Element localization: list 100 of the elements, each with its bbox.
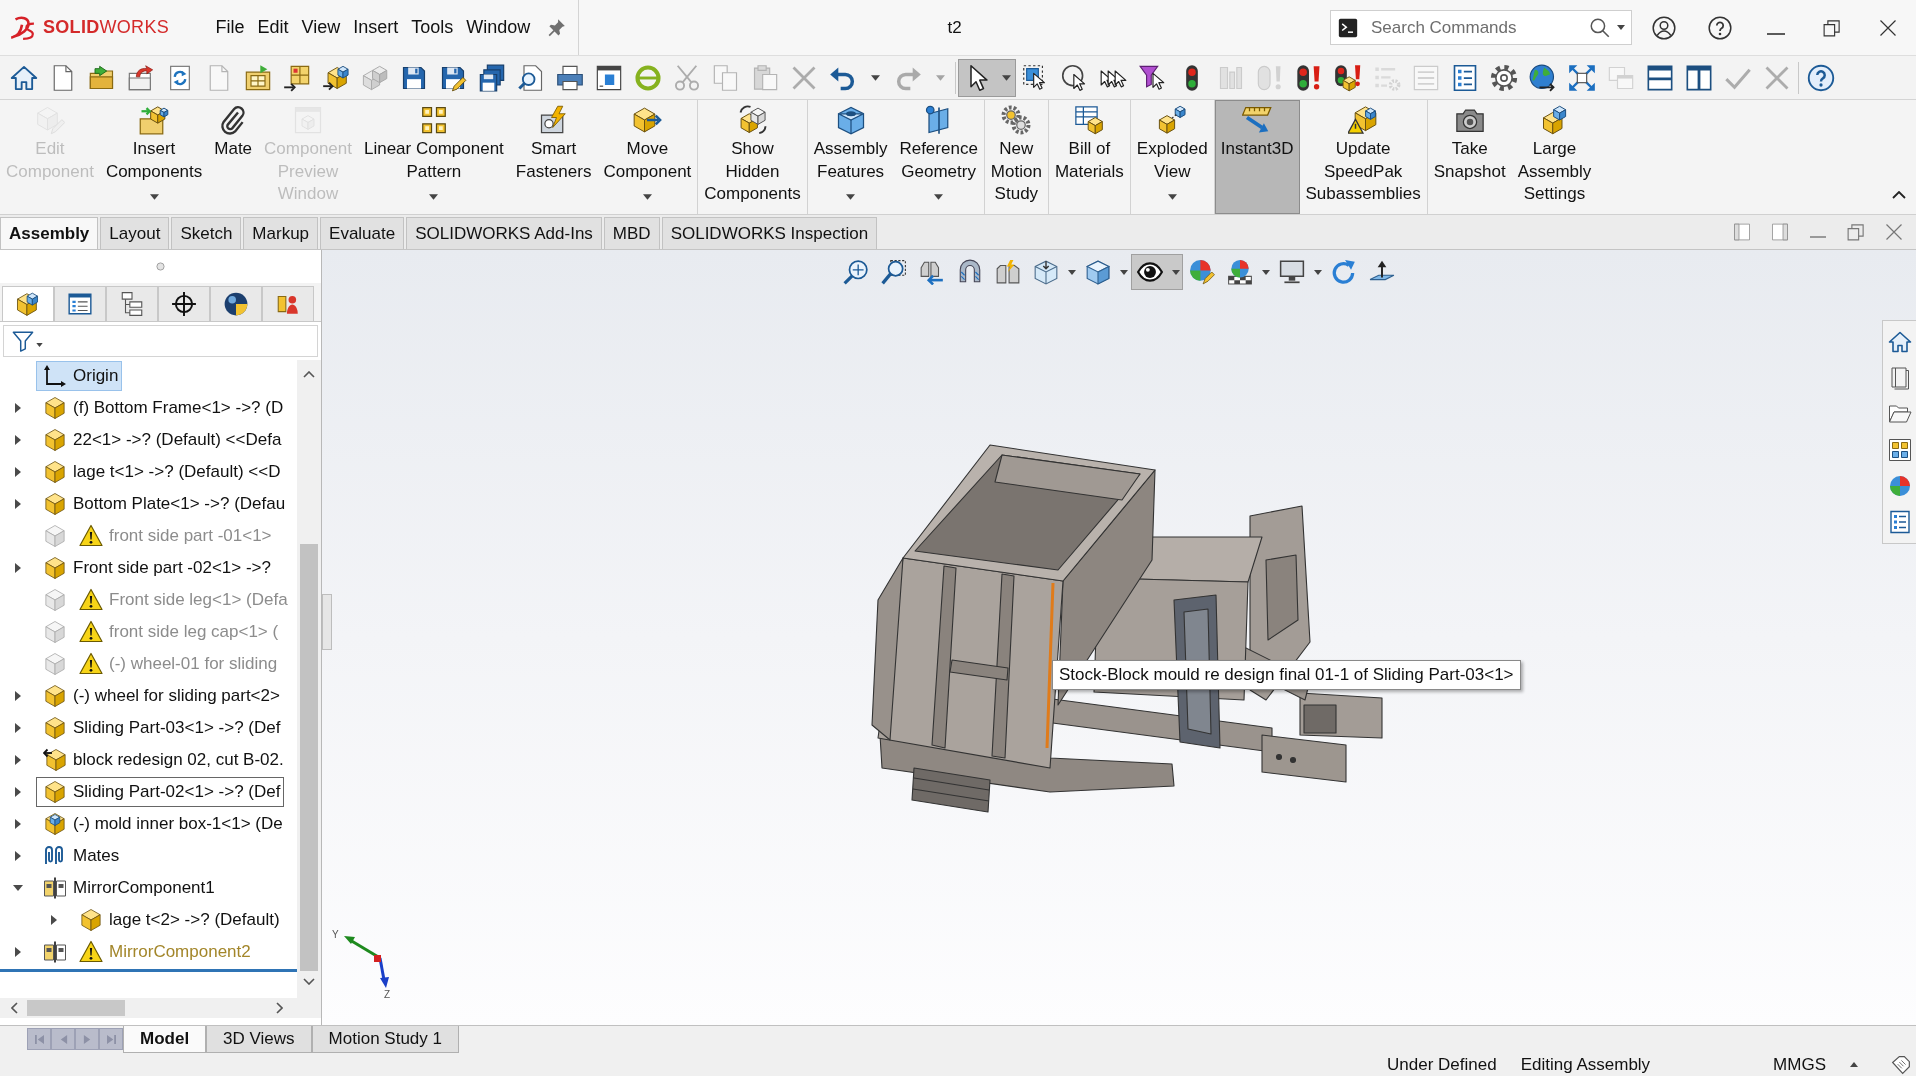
caret-right-icon[interactable] xyxy=(15,467,21,477)
tree-item[interactable]: (-) wheel for sliding part<2> xyxy=(36,681,284,711)
caret-icon[interactable] xyxy=(149,194,159,200)
search-icon[interactable] xyxy=(1590,17,1610,38)
caret-right-icon[interactable] xyxy=(15,755,21,765)
caret-icon[interactable] xyxy=(870,74,880,81)
minimize-icon[interactable] xyxy=(1767,32,1785,35)
split-window-icon[interactable] xyxy=(1684,63,1713,92)
panel-right-icon[interactable] xyxy=(1771,223,1789,241)
vertical-scrollbar[interactable] xyxy=(297,360,321,998)
traffic-light-icon[interactable] xyxy=(1333,63,1362,92)
caret-icon[interactable] xyxy=(642,194,652,200)
caret-icon[interactable] xyxy=(1262,269,1270,275)
caret-icon[interactable] xyxy=(1172,269,1180,275)
funnel-icon[interactable] xyxy=(1138,63,1167,92)
caret-icon[interactable] xyxy=(1120,269,1128,275)
chevron-left-icon[interactable] xyxy=(11,1002,18,1014)
caret-icon[interactable] xyxy=(1068,269,1076,275)
close-icon[interactable] xyxy=(1879,18,1897,37)
cube-icon[interactable] xyxy=(1085,259,1111,285)
help-icon[interactable] xyxy=(1708,15,1732,40)
command-tab[interactable]: MBD xyxy=(603,217,660,249)
command-button[interactable]: Mate xyxy=(208,100,259,214)
command-button[interactable]: Move Component xyxy=(597,100,698,214)
menu-item[interactable]: Window xyxy=(459,17,537,38)
pin-icon[interactable] xyxy=(546,18,566,37)
tree-item[interactable]: Front side leg<1> (Defa xyxy=(36,585,292,615)
half-cylinder-icon[interactable] xyxy=(957,259,983,285)
panel-tab[interactable] xyxy=(210,286,262,321)
command-button[interactable]: Large Assembly Settings xyxy=(1511,100,1598,214)
caret-icon[interactable] xyxy=(1167,194,1177,200)
monitor-icon[interactable] xyxy=(1279,259,1305,285)
menu-item[interactable]: Insert xyxy=(346,17,405,38)
caret-down-icon[interactable] xyxy=(13,885,23,891)
caret-icon[interactable] xyxy=(934,194,944,200)
settings-icon[interactable] xyxy=(1489,63,1518,92)
tree-item[interactable]: 22<1> ->? (Default) <<Defa xyxy=(36,425,286,455)
sphere-checkerboard-icon[interactable] xyxy=(1227,259,1253,285)
command-button[interactable]: Exploded View xyxy=(1130,100,1214,214)
user-icon[interactable] xyxy=(1652,15,1676,40)
caret-right-icon[interactable] xyxy=(15,563,21,573)
panel-left-icon[interactable] xyxy=(1733,223,1751,241)
help-icon[interactable] xyxy=(1806,63,1835,92)
caret-icon[interactable] xyxy=(1002,74,1011,81)
caret-right-icon[interactable] xyxy=(15,499,21,509)
tree-item[interactable]: Mates xyxy=(36,841,124,871)
command-button[interactable]: Take Snapshot xyxy=(1427,100,1512,214)
floppy-disks-icon[interactable] xyxy=(477,63,506,92)
caret-right-icon[interactable] xyxy=(15,947,21,957)
scrollbar-thumb[interactable] xyxy=(27,1000,125,1016)
tree-item[interactable]: Sliding Part-03<1> ->? (Def xyxy=(36,713,285,743)
scrollbar-thumb[interactable] xyxy=(300,544,318,971)
rotate-icon[interactable] xyxy=(1331,259,1357,285)
pressed-tool-button[interactable] xyxy=(958,58,1016,97)
house-icon[interactable] xyxy=(9,63,38,92)
command-button[interactable]: Reference Geometry xyxy=(893,100,984,214)
house-icon[interactable] xyxy=(1887,330,1912,354)
panel-tab[interactable] xyxy=(158,286,210,321)
magnifier-icon[interactable] xyxy=(881,259,907,285)
command-button[interactable]: Smart Fasteners xyxy=(509,100,598,214)
folder-icon[interactable] xyxy=(87,63,116,92)
caret-right-icon[interactable] xyxy=(15,851,21,861)
filter-field[interactable] xyxy=(3,325,318,357)
chevron-up-icon[interactable] xyxy=(303,371,315,378)
caret-right-icon[interactable] xyxy=(15,403,21,413)
tree-item[interactable]: Front side part -02<1> ->? xyxy=(36,553,275,583)
tree-item[interactable]: block redesign 02, cut B-02. xyxy=(36,745,288,775)
window-icon[interactable] xyxy=(594,63,623,92)
list-icon[interactable] xyxy=(1887,510,1912,534)
horizontal-scrollbar[interactable] xyxy=(0,998,321,1018)
caret-right-icon[interactable] xyxy=(15,819,21,829)
command-button[interactable]: Bill of Materials xyxy=(1048,100,1130,214)
command-button[interactable]: Update SpeedPak Subassemblies xyxy=(1299,100,1427,214)
folder-icon[interactable] xyxy=(243,63,272,92)
caret-icon[interactable] xyxy=(1314,269,1322,275)
chevron-right-icon[interactable] xyxy=(276,1002,283,1014)
expand-icon[interactable] xyxy=(1567,63,1596,92)
page-magnifier-icon[interactable] xyxy=(516,63,545,92)
caret-right-icon[interactable] xyxy=(51,915,57,925)
chevron-down-icon[interactable] xyxy=(303,978,315,985)
search-field[interactable]: Search Commands xyxy=(1330,10,1632,45)
command-button[interactable]: Linear Component Pattern xyxy=(357,100,510,214)
caret-up-icon[interactable] xyxy=(1850,1062,1858,1067)
folder-icon[interactable] xyxy=(126,63,155,92)
tree-item[interactable]: lage t<1> ->? (Default) <<D xyxy=(36,457,285,487)
pressed-tool-button[interactable] xyxy=(1131,254,1183,290)
menu-item[interactable]: File xyxy=(209,17,252,38)
splitter-grip[interactable] xyxy=(322,594,332,650)
globe-icon[interactable] xyxy=(1528,63,1557,92)
magnifier-icon[interactable] xyxy=(843,259,869,285)
caret-icon[interactable] xyxy=(1617,25,1625,30)
sphere-pencil-icon[interactable] xyxy=(1189,259,1215,285)
command-tab[interactable]: Assembly xyxy=(0,217,99,249)
tree-item[interactable]: (f) Bottom Frame<1> ->? (D xyxy=(36,393,288,423)
tree-item[interactable]: Sliding Part-02<1> ->? (Def xyxy=(36,777,285,807)
caret-icon[interactable] xyxy=(429,194,439,200)
menu-item[interactable]: Edit xyxy=(251,17,296,38)
command-button[interactable]: Insert Components xyxy=(99,100,209,214)
sheet-tab[interactable]: Model xyxy=(123,1026,207,1053)
command-tab[interactable]: Layout xyxy=(100,217,170,249)
